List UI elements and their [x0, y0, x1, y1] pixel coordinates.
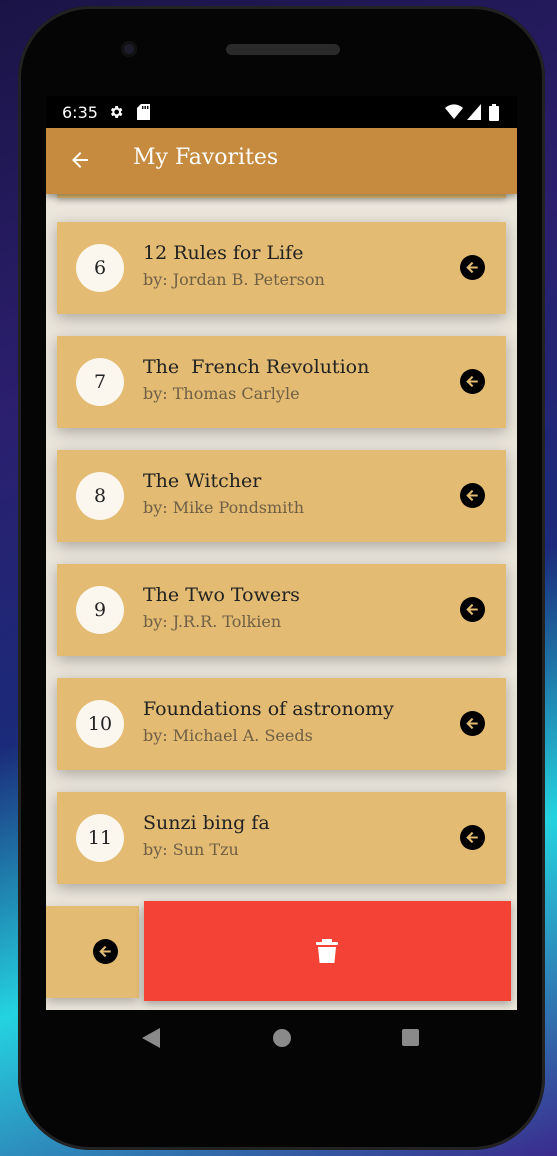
book-title: Foundations of astronomy: [143, 698, 394, 720]
signal-icon: [467, 104, 481, 120]
battery-icon: [489, 104, 499, 121]
item-number: 10: [76, 700, 124, 748]
status-time: 6:35: [62, 103, 98, 122]
arrow-circle-icon[interactable]: [460, 597, 485, 622]
sd-card-icon: [137, 104, 150, 120]
book-title: The French Revolution: [143, 356, 370, 378]
book-author: by: Jordan B. Peterson: [143, 270, 325, 289]
item-number: 6: [76, 244, 124, 292]
book-author: by: Sun Tzu: [143, 840, 239, 859]
book-title: Sunzi bing fa: [143, 812, 270, 834]
nav-back-icon[interactable]: [142, 1028, 160, 1048]
book-author: by: Thomas Carlyle: [143, 384, 300, 403]
earpiece-speaker: [226, 44, 340, 55]
delete-icon[interactable]: [316, 939, 338, 963]
system-nav-bar: [46, 1010, 517, 1066]
page-title: My Favorites: [133, 145, 279, 170]
nav-home-icon[interactable]: [273, 1029, 291, 1047]
arrow-circle-icon[interactable]: [93, 939, 118, 964]
favorite-card[interactable]: 11 Sunzi bing fa by: Sun Tzu: [57, 792, 506, 884]
arrow-circle-icon[interactable]: [460, 483, 485, 508]
book-author: by: Mike Pondsmith: [143, 498, 305, 517]
favorite-card[interactable]: 9 The Two Towers by: J.R.R. Tolkien: [57, 564, 506, 656]
swipe-delete-action[interactable]: [144, 901, 511, 1001]
list-item-partial[interactable]: [57, 194, 506, 198]
book-title: The Witcher: [143, 470, 262, 492]
screen: 6:35 My Favorites 6 12 Rules for Life by…: [46, 96, 517, 1010]
item-number: 11: [76, 814, 124, 862]
arrow-back-icon[interactable]: [68, 148, 92, 172]
favorites-list: 6 12 Rules for Life by: Jordan B. Peters…: [46, 194, 517, 1010]
status-bar: 6:35: [46, 96, 517, 128]
book-author: by: J.R.R. Tolkien: [143, 612, 282, 631]
wifi-icon: [445, 104, 463, 119]
nav-recents-icon[interactable]: [402, 1029, 419, 1046]
swiped-card[interactable]: [46, 906, 139, 998]
favorite-card[interactable]: 8 The Witcher by: Mike Pondsmith: [57, 450, 506, 542]
favorite-card[interactable]: 10 Foundations of astronomy by: Michael …: [57, 678, 506, 770]
book-title: 12 Rules for Life: [143, 242, 304, 264]
favorite-card[interactable]: 7 The French Revolution by: Thomas Carly…: [57, 336, 506, 428]
arrow-circle-icon[interactable]: [460, 825, 485, 850]
front-camera: [121, 41, 137, 57]
settings-icon: [110, 106, 123, 118]
app-bar: My Favorites: [46, 128, 517, 194]
book-title: The Two Towers: [143, 584, 300, 606]
book-author: by: Michael A. Seeds: [143, 726, 313, 745]
arrow-circle-icon[interactable]: [460, 711, 485, 736]
favorite-card[interactable]: 6 12 Rules for Life by: Jordan B. Peters…: [57, 222, 506, 314]
arrow-circle-icon[interactable]: [460, 255, 485, 280]
item-number: 9: [76, 586, 124, 634]
item-number: 7: [76, 358, 124, 406]
arrow-circle-icon[interactable]: [460, 369, 485, 394]
item-number: 8: [76, 472, 124, 520]
